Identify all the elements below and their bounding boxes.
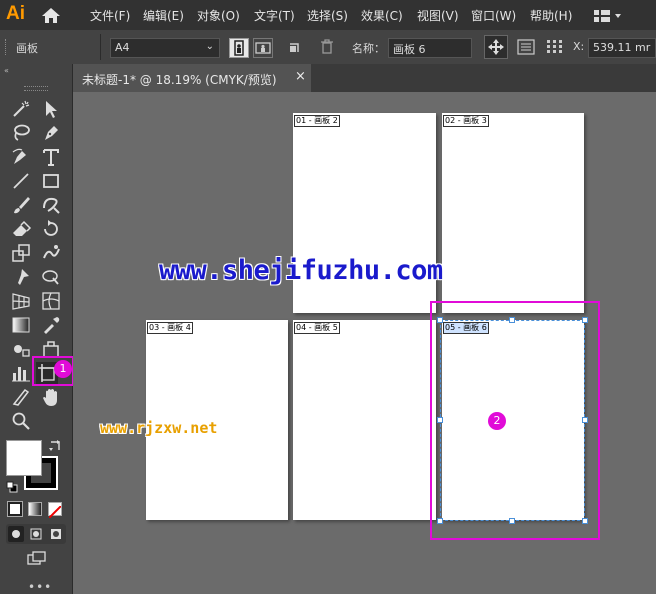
draw-modes-group: [6, 524, 66, 544]
selection-tool-icon[interactable]: [40, 98, 62, 120]
graph-tool-icon[interactable]: [10, 362, 32, 384]
collapse-icon[interactable]: «: [4, 66, 9, 75]
mesh-tool-icon[interactable]: [40, 290, 62, 312]
grip-icon: [5, 39, 9, 55]
app-logo: Ai: [6, 3, 25, 24]
menu-object[interactable]: 对象(O): [197, 7, 240, 24]
rotate-tool-icon[interactable]: [40, 218, 62, 240]
x-position-value: 539.11 mr: [593, 41, 651, 54]
default-colors-icon[interactable]: [6, 478, 18, 493]
step-badge-2: 2: [488, 412, 506, 430]
menu-type[interactable]: 文字(T): [254, 7, 295, 24]
new-artboard-icon[interactable]: [287, 40, 301, 54]
type-tool-icon[interactable]: [40, 146, 62, 168]
more-tools-icon[interactable]: •••: [28, 580, 52, 594]
portrait-button[interactable]: [229, 38, 249, 58]
zoom-tool-icon[interactable]: [10, 410, 32, 432]
swap-colors-icon[interactable]: [48, 438, 62, 452]
workspace-switcher-icon[interactable]: [594, 8, 622, 22]
menu-bar: Ai 文件(F) 编辑(E) 对象(O) 文字(T) 选择(S) 效果(C) 视…: [0, 0, 656, 30]
artboard-5[interactable]: 04 - 画板 5: [293, 320, 436, 520]
free-transform-icon[interactable]: [40, 266, 62, 288]
scale-tool-icon[interactable]: [10, 242, 32, 264]
name-label: 名称：: [352, 42, 385, 55]
document-tab-bar: 未标题-1* @ 18.19% (CMYK/预览) ×: [73, 64, 656, 92]
screen-mode-icon[interactable]: [26, 550, 48, 568]
move-copy-icon[interactable]: [484, 35, 508, 59]
artboard-label: 04 - 画板 5: [294, 322, 340, 334]
preset-value: A4: [115, 41, 130, 54]
none-mode-button[interactable]: [48, 502, 62, 519]
fill-swatch[interactable]: [6, 440, 42, 476]
mode-label: 画板: [16, 42, 38, 55]
artboard-options-icon[interactable]: [517, 39, 535, 55]
tools-panel: « 1 •••: [0, 64, 74, 594]
eraser-icon[interactable]: [10, 218, 32, 240]
x-position-input[interactable]: 539.11 mr: [588, 38, 656, 58]
menu-select[interactable]: 选择(S): [307, 7, 348, 24]
canvas[interactable]: 01 - 画板 2 02 - 画板 3 03 - 画板 4 04 - 画板 5 …: [73, 92, 656, 594]
delete-icon[interactable]: [320, 39, 334, 55]
artboard-label: 01 - 画板 2: [294, 115, 340, 127]
control-bar: 画板 A4 ⌄ 名称： 画板 6 X: 539.11 mr: [0, 30, 656, 65]
lasso-icon[interactable]: [10, 122, 32, 144]
artboard-name-value: 画板 6: [393, 43, 426, 56]
draw-inside-icon[interactable]: [48, 526, 64, 542]
artboard-3[interactable]: 02 - 画板 3: [442, 113, 584, 313]
landscape-button[interactable]: [253, 38, 273, 58]
watermark-secondary: www.rjzxw.net: [100, 419, 218, 437]
shaper-tool-icon[interactable]: [40, 194, 62, 216]
rectangle-tool-icon[interactable]: [40, 170, 62, 192]
menu-view[interactable]: 视图(V): [417, 7, 459, 24]
gradient-mode-button[interactable]: [28, 502, 42, 516]
highlight-box: [430, 301, 600, 540]
tab-title: 未标题-1* @ 18.19% (CMYK/预览): [82, 73, 277, 87]
chevron-down-icon: ⌄: [205, 41, 214, 52]
menu-effect[interactable]: 效果(C): [361, 7, 403, 24]
pen-icon[interactable]: [40, 122, 62, 144]
hand-tool-icon[interactable]: [40, 386, 62, 408]
menu-help[interactable]: 帮助(H): [530, 7, 572, 24]
paintbrush-icon[interactable]: [10, 194, 32, 216]
reference-point-icon[interactable]: [546, 39, 564, 55]
x-label: X:: [573, 40, 585, 53]
artboard-name-input[interactable]: 画板 6: [388, 38, 472, 58]
puppet-warp-icon[interactable]: [10, 266, 32, 288]
document-tab[interactable]: 未标题-1* @ 18.19% (CMYK/预览) ×: [73, 64, 311, 92]
menu-window[interactable]: 窗口(W): [471, 7, 516, 24]
magic-wand-icon[interactable]: [10, 98, 32, 120]
line-tool-icon[interactable]: [10, 170, 32, 192]
eyedropper-icon[interactable]: [40, 314, 62, 336]
menu-edit[interactable]: 编辑(E): [143, 7, 184, 24]
home-icon[interactable]: [40, 6, 62, 24]
blend-tool-icon[interactable]: [10, 338, 32, 360]
grip-icon: [24, 86, 48, 91]
draw-normal-icon[interactable]: [8, 526, 24, 542]
warp-tool-icon[interactable]: [40, 242, 62, 264]
watermark-main: www.shejifuzhu.com: [159, 255, 443, 286]
perspective-grid-icon[interactable]: [10, 290, 32, 312]
curvature-pen-icon[interactable]: [10, 146, 32, 168]
close-icon[interactable]: ×: [295, 69, 306, 84]
preset-dropdown[interactable]: A4 ⌄: [110, 38, 220, 58]
draw-behind-icon[interactable]: [28, 526, 44, 542]
color-mode-button[interactable]: [7, 501, 23, 517]
slice-tool-icon[interactable]: [10, 386, 32, 408]
gradient-tool-icon[interactable]: [10, 314, 32, 336]
menu-file[interactable]: 文件(F): [90, 7, 130, 24]
artboard-label: 03 - 画板 4: [147, 322, 193, 334]
step-badge-1: 1: [54, 360, 72, 378]
artboard-label: 02 - 画板 3: [443, 115, 489, 127]
